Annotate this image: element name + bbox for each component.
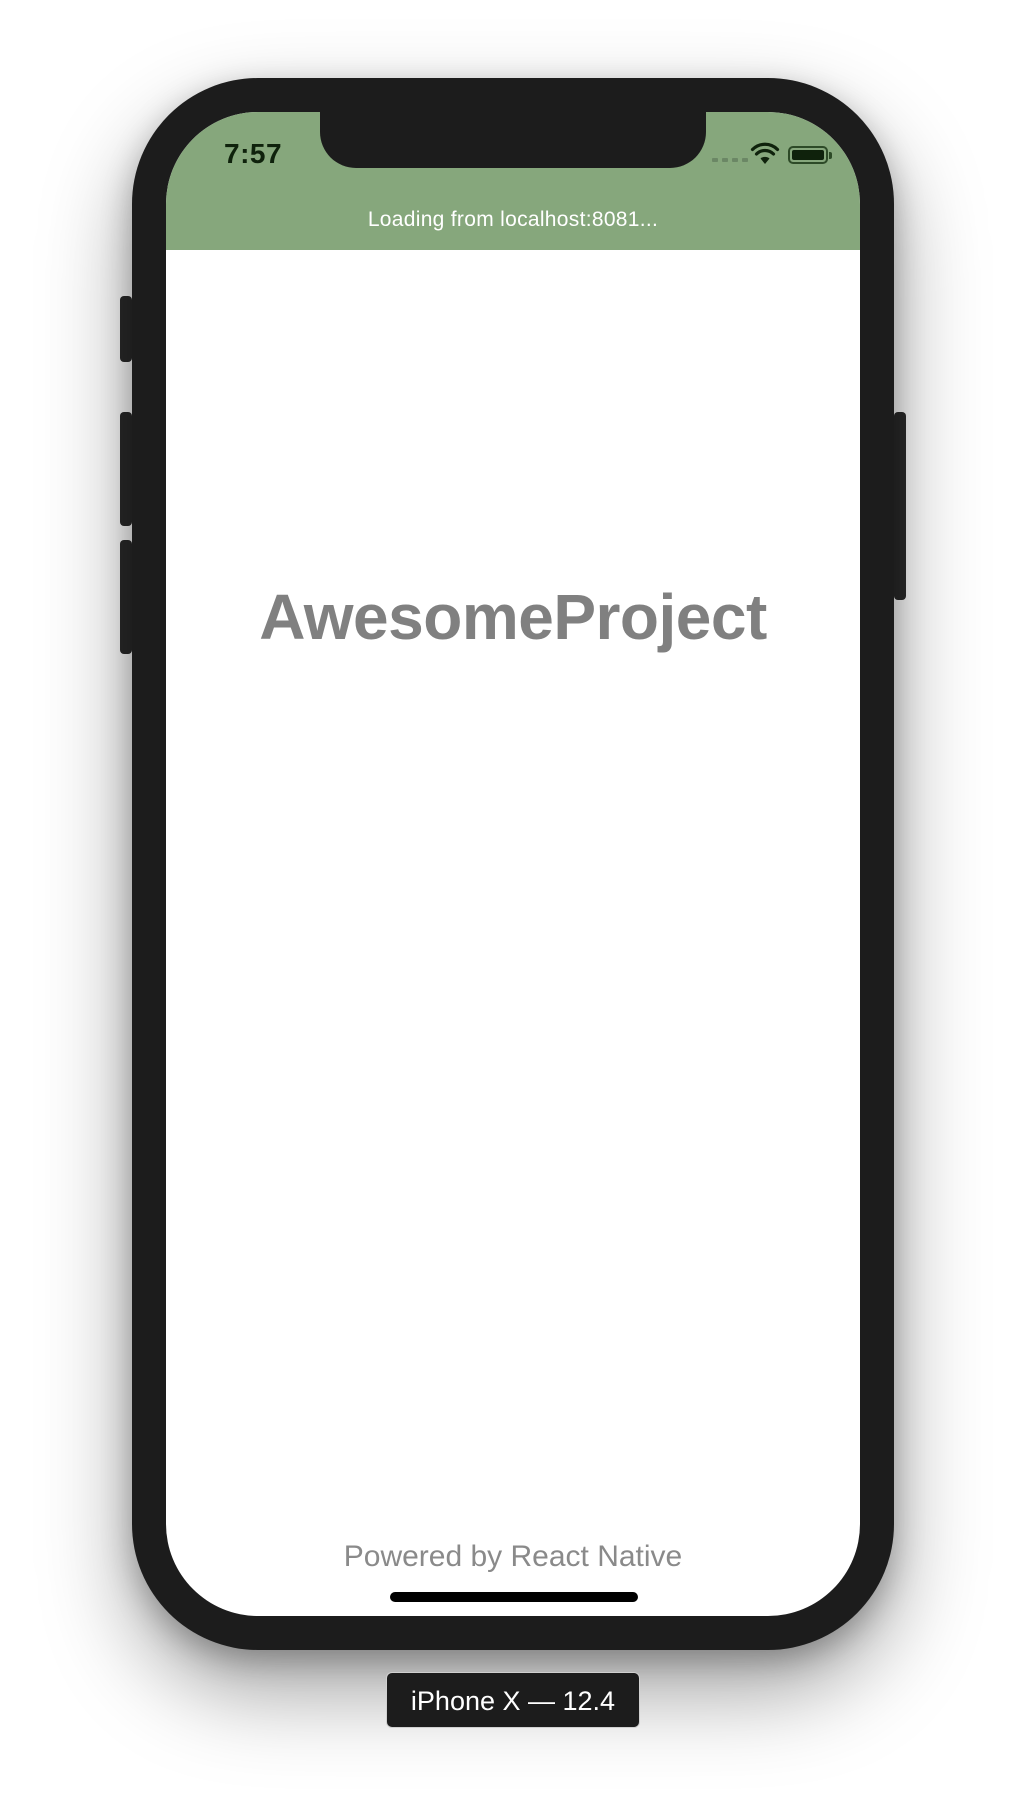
battery-icon (788, 146, 832, 164)
device-label: iPhone X — 12.4 (386, 1672, 640, 1728)
app-title: AwesomeProject (259, 581, 767, 653)
phone-screen[interactable]: 7:57 Loading from localhost:8081... Awes… (166, 112, 860, 1616)
powered-by-text: Powered by React Native (343, 1540, 683, 1573)
status-time: 7:57 (224, 138, 283, 169)
camera-notch (320, 112, 706, 168)
simulator-stage: 7:57 Loading from localhost:8081... Awes… (0, 0, 1026, 1800)
volume-up-button[interactable] (120, 412, 132, 526)
home-indicator[interactable] (390, 1592, 638, 1602)
cellular-signal-icon (712, 158, 748, 162)
loading-banner: Loading from localhost:8081... (367, 208, 659, 231)
power-button[interactable] (894, 412, 906, 600)
wifi-icon (750, 142, 780, 164)
silent-switch (120, 296, 132, 362)
volume-down-button[interactable] (120, 540, 132, 654)
